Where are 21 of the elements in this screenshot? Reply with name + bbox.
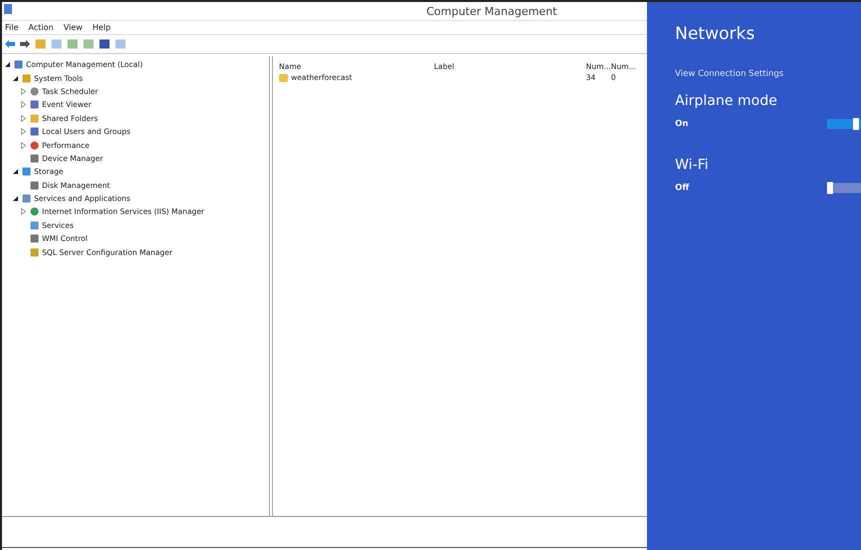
toggle-state: On [675, 119, 688, 129]
toggle-switch[interactable] [827, 183, 861, 193]
expand-arrow-icon[interactable] [4, 61, 11, 68]
window-title: Computer Management [426, 4, 557, 18]
setting-title: Wi-Fi [675, 157, 710, 173]
menu-item[interactable]: View [63, 23, 82, 32]
folder-icon [279, 74, 288, 82]
back-arrow-icon[interactable] [5, 40, 15, 48]
expand-arrow-icon[interactable] [12, 74, 19, 82]
menu-item[interactable]: File [5, 23, 18, 32]
expand-arrow-icon[interactable] [12, 168, 19, 176]
panel-title: Networks [675, 24, 756, 44]
toggle-state: Off [675, 183, 690, 193]
menu-item[interactable]: Action [28, 23, 54, 32]
forward-arrow-icon[interactable] [20, 40, 30, 48]
menu-item[interactable]: Help [92, 23, 111, 32]
toggle-switch[interactable] [827, 119, 861, 129]
setting-title: Airplane mode [675, 93, 778, 109]
connection-settings-link[interactable]: View Connection Settings [675, 69, 861, 79]
expand-arrow-icon[interactable] [12, 195, 19, 202]
folder-icon [30, 114, 39, 123]
